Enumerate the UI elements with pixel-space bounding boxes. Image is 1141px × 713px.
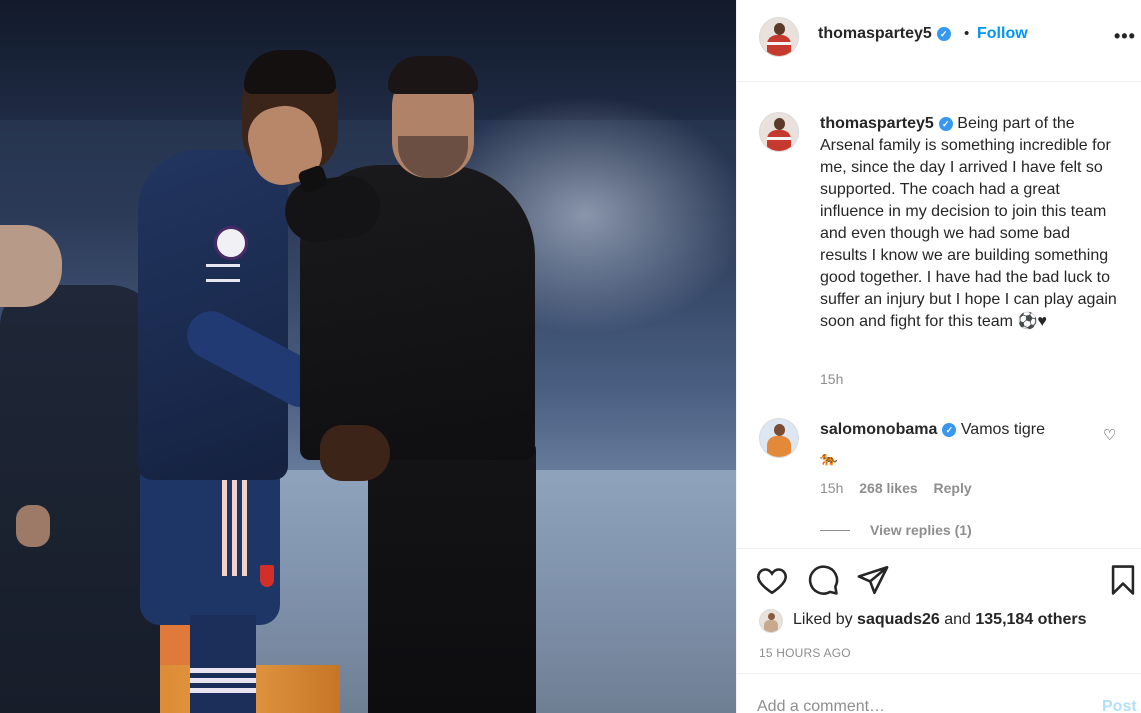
liker-avatar[interactable] — [759, 609, 783, 633]
bookmark-icon[interactable] — [1106, 563, 1140, 597]
verified-badge-icon: ✓ — [942, 423, 957, 437]
caption-timestamp[interactable]: 15h — [820, 371, 843, 387]
player-leg — [190, 615, 256, 713]
post-side-panel: thomaspartey5 ✓ • Follow ••• thomaspartey… — [736, 0, 1141, 713]
follow-button[interactable]: Follow — [977, 25, 1028, 43]
liked-by-text: Liked by saquads26 and 135,184 others — [793, 611, 1087, 629]
caption-avatar[interactable] — [759, 112, 799, 152]
coach-hair — [388, 56, 478, 94]
comment-meta: 15h 268 likes Reply — [820, 480, 984, 496]
comments-section[interactable]: thomaspartey5 ✓ Being part of the Arsenal… — [737, 82, 1141, 548]
shorts-stripe — [232, 470, 237, 576]
sleeve-sponsor — [206, 264, 240, 282]
player-hair — [244, 50, 336, 94]
post-photo[interactable] — [0, 0, 736, 713]
add-comment-bar: Post — [737, 673, 1141, 713]
comment-like-heart-icon[interactable]: ♡ — [1103, 428, 1119, 444]
comment-username[interactable]: salomonobama — [820, 421, 937, 438]
comment-input[interactable] — [757, 698, 1077, 713]
share-icon[interactable] — [856, 563, 890, 597]
avatar[interactable] — [759, 17, 799, 57]
comment-text: Vamos tigre — [960, 421, 1045, 438]
view-replies-label: View replies (1) — [870, 522, 972, 538]
verified-badge-icon: ✓ — [938, 117, 953, 131]
replies-divider — [820, 530, 850, 531]
sock-stripe — [190, 688, 256, 693]
liked-by-prefix: Liked by — [793, 611, 853, 628]
liked-by-and: and — [944, 611, 971, 628]
sock-stripe — [190, 678, 256, 683]
caption-username[interactable]: thomaspartey5 — [820, 115, 934, 132]
post-button[interactable]: Post — [1102, 698, 1137, 713]
player-shorts — [140, 455, 280, 625]
separator-dot: • — [964, 25, 970, 42]
tiger-emoji: 🐅 — [820, 450, 838, 466]
post-header: thomaspartey5 ✓ • Follow ••• — [737, 0, 1141, 82]
background-person-hand — [16, 505, 50, 547]
post-timestamp[interactable]: 15 HOURS AGO — [759, 646, 851, 660]
background-person — [0, 285, 160, 713]
verified-badge-icon: ✓ — [936, 27, 951, 41]
comment-time[interactable]: 15h — [820, 480, 843, 496]
liker-username[interactable]: saquads26 — [857, 611, 940, 628]
likes-count[interactable]: 135,184 others — [975, 611, 1086, 628]
shorts-stripe — [242, 470, 247, 576]
league-crest — [214, 226, 248, 260]
username-link[interactable]: thomaspartey5 — [818, 25, 932, 42]
player-hand — [320, 425, 390, 481]
view-replies-button[interactable]: View replies (1) — [820, 522, 972, 538]
comment-icon[interactable] — [806, 563, 840, 597]
heart-icon[interactable] — [755, 563, 789, 597]
caption-text: Being part of the Arsenal family is some… — [820, 115, 1117, 330]
sock-stripe — [190, 668, 256, 673]
post-actions: Liked by saquads26 and 135,184 others 15… — [737, 548, 1141, 673]
reply-button[interactable]: Reply — [934, 480, 972, 496]
header-username-row: thomaspartey5 ✓ — [818, 25, 951, 43]
comment: salomonobama ✓ Vamos tigre 🐅 — [820, 419, 1100, 469]
club-badge — [260, 565, 274, 587]
more-horizontal-icon[interactable]: ••• — [1114, 26, 1136, 47]
caption: thomaspartey5 ✓ Being part of the Arsenal… — [820, 113, 1120, 333]
comment-likes[interactable]: 268 likes — [859, 480, 917, 496]
coach-trousers — [368, 440, 536, 713]
shorts-stripe — [222, 470, 227, 576]
comment-avatar[interactable] — [759, 418, 799, 458]
